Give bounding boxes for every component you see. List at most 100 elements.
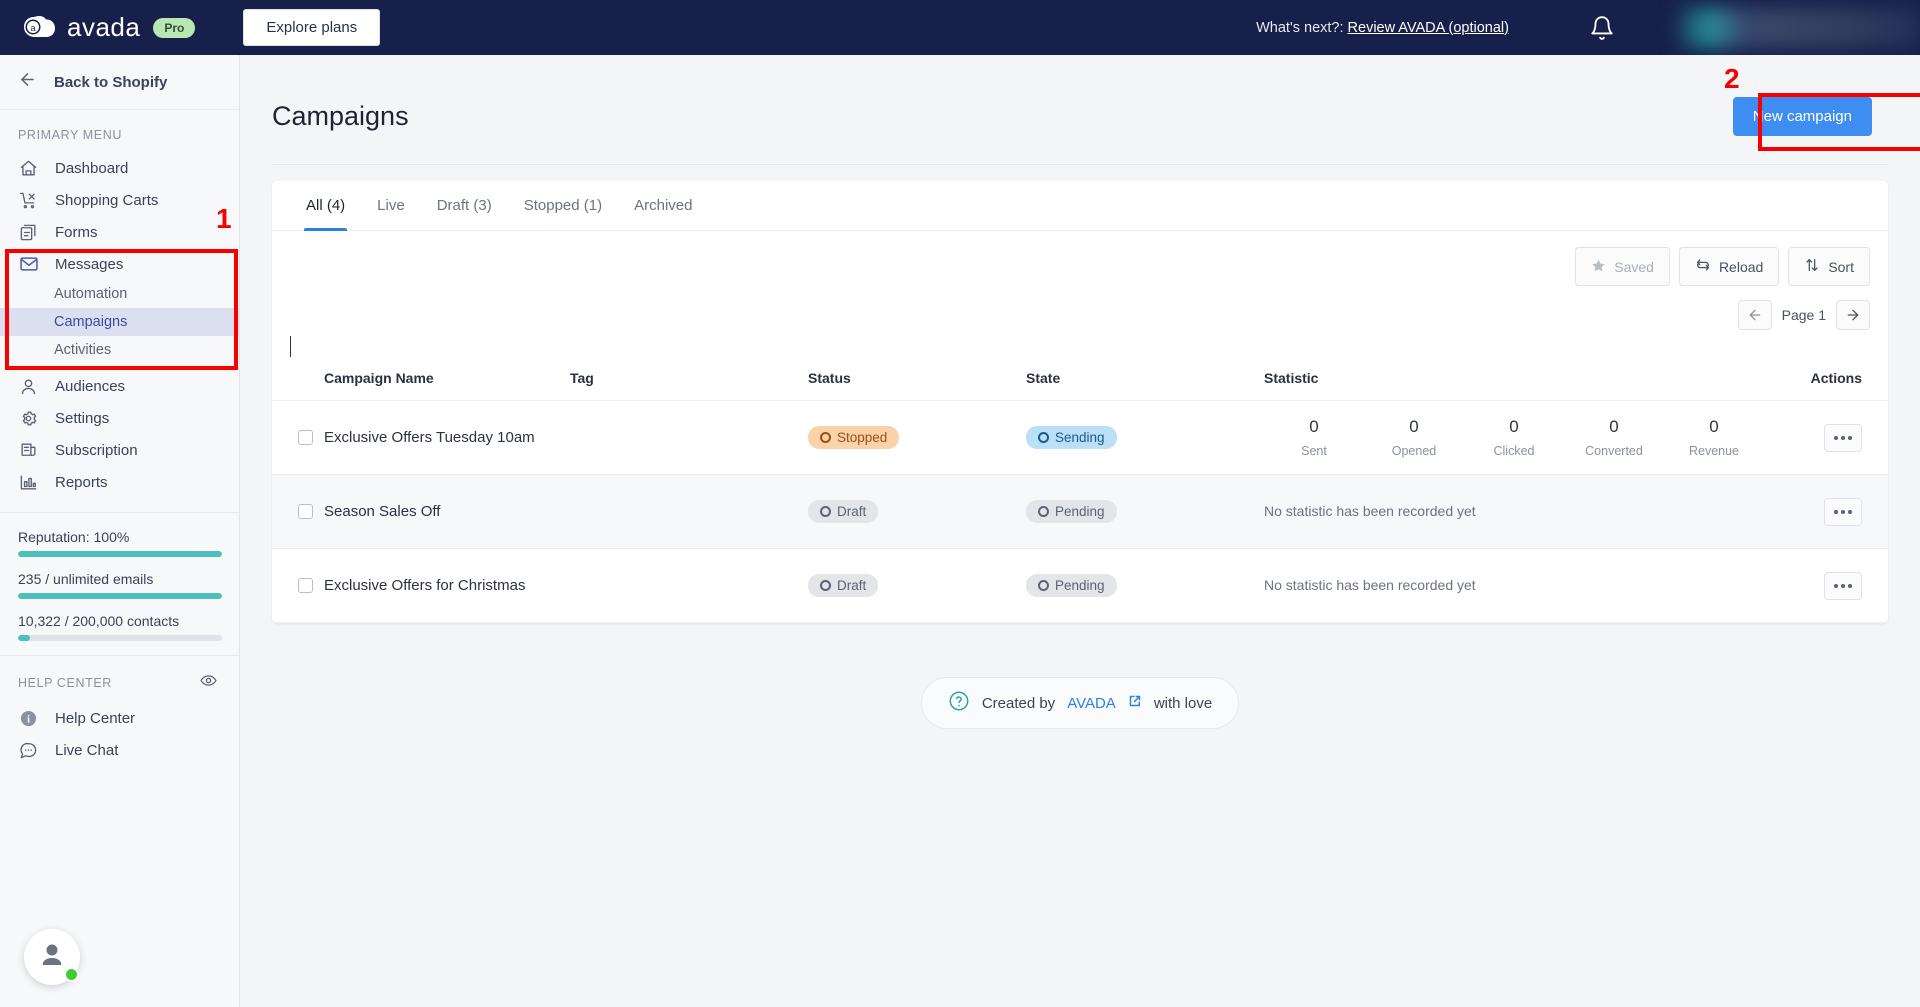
sidebar-item-label: Live Chat xyxy=(55,741,119,759)
brand-logo-group[interactable]: a avada Pro xyxy=(22,12,196,43)
sidebar-item-label: Forms xyxy=(55,223,98,241)
bell-icon[interactable] xyxy=(1589,15,1615,41)
sidebar-item-live-chat[interactable]: Live Chat xyxy=(0,734,239,766)
sidebar-item-reports[interactable]: Reports xyxy=(0,466,239,498)
chat-bubble-icon xyxy=(18,740,39,761)
sidebar-item-subscription[interactable]: Subscription xyxy=(0,434,239,466)
sidebar-item-audiences[interactable]: Audiences xyxy=(0,370,239,402)
prev-page-button[interactable] xyxy=(1737,300,1772,330)
arrow-left-icon xyxy=(18,70,37,94)
created-by-prefix: Created by xyxy=(981,694,1056,712)
sidebar-item-label: Audiences xyxy=(55,377,126,395)
sidebar-item-help-center[interactable]: i Help Center xyxy=(0,702,239,734)
table-row[interactable]: Exclusive Offers Tuesday 10am Stopped Se… xyxy=(272,400,1888,475)
tab-stopped[interactable]: Stopped (1) xyxy=(508,181,618,231)
review-avada-link[interactable]: Review AVADA (optional) xyxy=(1348,20,1509,36)
gear-icon xyxy=(18,408,39,429)
no-statistic-text: No statistic has been recorded yet xyxy=(1264,502,1476,519)
home-icon xyxy=(18,158,39,179)
row-checkbox[interactable] xyxy=(298,578,313,593)
stat-sent: 0 Sent xyxy=(1264,417,1364,458)
sidebar-item-dashboard[interactable]: Dashboard xyxy=(0,152,239,184)
main-content: Campaigns New campaign All (4) Live Draf… xyxy=(240,55,1920,1007)
campaign-name[interactable]: Season Sales Off xyxy=(324,503,440,520)
no-statistic-text: No statistic has been recorded yet xyxy=(1264,576,1476,593)
sidebar-subitem-activities[interactable]: Activities xyxy=(0,336,239,364)
state-label: Pending xyxy=(1055,578,1105,593)
campaign-name[interactable]: Exclusive Offers for Christmas xyxy=(324,577,525,594)
table-row[interactable]: Season Sales Off Draft Pending No statis… xyxy=(272,474,1888,549)
table-row[interactable]: Exclusive Offers for Christmas Draft Pen… xyxy=(272,548,1888,623)
sidebar-subitem-automation[interactable]: Automation xyxy=(0,280,239,308)
select-all-header xyxy=(272,356,324,401)
state-badge: Pending xyxy=(1026,500,1117,523)
row-state-cell: Pending xyxy=(1026,548,1264,623)
stat-label: Revenue xyxy=(1688,444,1740,458)
subscription-icon xyxy=(18,440,39,461)
live-chat-widget[interactable] xyxy=(24,929,80,985)
row-checkbox[interactable] xyxy=(298,504,313,519)
user-profile-blurred[interactable] xyxy=(1675,7,1920,48)
sidebar-item-settings[interactable]: Settings xyxy=(0,402,239,434)
ellipsis-icon[interactable] xyxy=(1824,497,1862,526)
stat-opened: 0 Opened xyxy=(1364,417,1464,458)
ellipsis-icon[interactable] xyxy=(1824,423,1862,452)
avada-link[interactable]: AVADA xyxy=(1067,695,1116,712)
saved-button[interactable]: Saved xyxy=(1575,247,1670,286)
table-head: Campaign Name Tag Status State Statistic… xyxy=(272,356,1888,401)
person-icon xyxy=(18,376,39,397)
sidebar-item-messages[interactable]: Messages xyxy=(0,248,239,280)
sidebar-item-shopping-carts[interactable]: Shopping Carts xyxy=(0,184,239,216)
row-tag-cell xyxy=(570,474,808,549)
sidebar-item-label: Messages xyxy=(55,255,124,273)
ellipsis-icon[interactable] xyxy=(1824,571,1862,600)
info-icon: i xyxy=(18,708,39,729)
sidebar-item-label: Settings xyxy=(55,409,110,427)
stat-label: Converted xyxy=(1585,444,1643,458)
tab-live[interactable]: Live xyxy=(361,181,421,231)
row-name-cell: Exclusive Offers Tuesday 10am xyxy=(324,400,570,475)
stat-value: 0 xyxy=(1409,417,1419,436)
row-checkbox[interactable] xyxy=(298,430,313,445)
reload-label: Reload xyxy=(1718,258,1764,275)
new-campaign-button[interactable]: New campaign xyxy=(1732,97,1872,136)
tab-archived[interactable]: Archived xyxy=(618,181,708,231)
table-body: Exclusive Offers Tuesday 10am Stopped Se… xyxy=(272,400,1888,623)
created-by-pill: Created by AVADA with love xyxy=(920,677,1240,729)
state-badge: Sending xyxy=(1026,426,1117,449)
created-by-suffix: with love xyxy=(1153,694,1213,712)
row-actions-cell xyxy=(1802,474,1888,549)
header-tag: Tag xyxy=(570,356,808,401)
contacts-label: 10,322 / 200,000 contacts xyxy=(18,613,180,629)
sort-button[interactable]: Sort xyxy=(1788,247,1870,286)
user-avatar-icon xyxy=(37,940,67,975)
search-input[interactable] xyxy=(272,330,1888,357)
row-actions-cell xyxy=(1802,400,1888,475)
svg-text:i: i xyxy=(27,714,30,725)
row-actions-cell xyxy=(1802,548,1888,623)
sidebar-subitem-campaigns[interactable]: Campaigns xyxy=(0,308,239,336)
question-circle-icon xyxy=(948,690,970,716)
tab-draft[interactable]: Draft (3) xyxy=(421,181,508,231)
tab-all[interactable]: All (4) xyxy=(290,181,361,231)
stat-label: Sent xyxy=(1301,444,1327,458)
reputation-label: Reputation: 100% xyxy=(18,529,130,545)
page-indicator: Page 1 xyxy=(1781,307,1826,323)
header-campaign-name: Campaign Name xyxy=(324,356,570,401)
pagination: Page 1 xyxy=(272,286,1888,330)
header-status: Status xyxy=(808,356,1026,401)
back-to-shopify-button[interactable]: Back to Shopify xyxy=(0,55,239,110)
header-statistic: Statistic xyxy=(1264,356,1802,401)
saved-label: Saved xyxy=(1614,258,1654,275)
sidebar-item-label: Help Center xyxy=(55,709,136,727)
row-status-cell: Draft xyxy=(808,474,1026,549)
reload-button[interactable]: Reload xyxy=(1678,247,1780,286)
explore-plans-button[interactable]: Explore plans xyxy=(243,9,381,46)
row-tag-cell xyxy=(570,400,808,475)
stat-value: 0 xyxy=(1609,417,1619,436)
stat-value: 0 xyxy=(1709,417,1719,436)
sidebar-item-forms[interactable]: Forms xyxy=(0,216,239,248)
next-page-button[interactable] xyxy=(1836,300,1870,330)
campaign-name[interactable]: Exclusive Offers Tuesday 10am xyxy=(324,429,535,446)
eye-icon[interactable] xyxy=(200,672,217,694)
